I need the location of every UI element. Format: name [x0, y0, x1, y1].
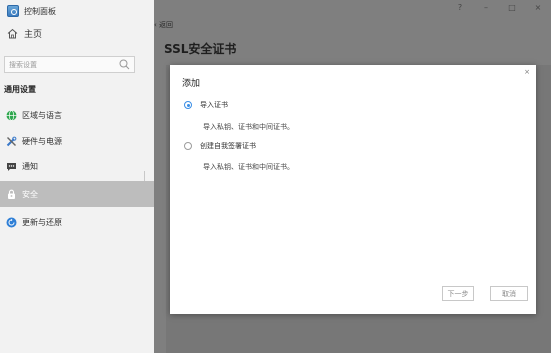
- control-panel-icon: [7, 5, 19, 17]
- back-label: 返回: [159, 21, 174, 29]
- close-icon: ×: [524, 68, 530, 76]
- minimize-button[interactable]: –: [473, 3, 499, 12]
- home-icon: [7, 28, 18, 39]
- chat-bubble-icon: [7, 162, 16, 171]
- app-title: 控制面板: [7, 4, 56, 18]
- sidebar-item-label: 硬件与电源: [22, 136, 62, 146]
- lock-icon: [8, 189, 15, 199]
- section-title: 通用设置: [4, 85, 36, 94]
- option-import-certificate[interactable]: 导入证书: [184, 100, 228, 110]
- sidebar-item-label: 通知: [22, 161, 38, 171]
- next-step-button[interactable]: 下一步: [442, 286, 474, 301]
- radio-create-self-signed[interactable]: [184, 142, 192, 150]
- sidebar: 控制面板 主页 通用设置 区域与语言 硬件与电源: [0, 0, 154, 353]
- option-description: 导入私钥、证书和中间证书。: [203, 163, 294, 171]
- option-description: 导入私钥、证书和中间证书。: [203, 123, 294, 131]
- back-button[interactable]: ‹ 返回: [154, 20, 173, 30]
- sidebar-item-label: 主页: [24, 30, 43, 40]
- sidebar-item-hardware-power[interactable]: 硬件与电源: [0, 130, 154, 152]
- help-button[interactable]: ?: [447, 3, 473, 12]
- cancel-button[interactable]: 取消: [490, 286, 528, 301]
- app-title-label: 控制面板: [24, 6, 56, 16]
- close-window-button[interactable]: ×: [525, 3, 551, 12]
- sidebar-item-update-restore[interactable]: 更新与还原: [0, 211, 154, 233]
- page-title: SSL安全证书: [164, 42, 237, 56]
- dialog-close-button[interactable]: ×: [524, 68, 530, 76]
- option-label: 创建自我签署证书: [200, 142, 256, 150]
- option-create-self-signed[interactable]: 创建自我签署证书: [184, 141, 256, 151]
- search-input[interactable]: [9, 60, 119, 69]
- search-icon[interactable]: [119, 59, 130, 70]
- sidebar-item-security[interactable]: 安全: [0, 181, 154, 207]
- option-label: 导入证书: [200, 101, 228, 109]
- sidebar-item-region-language[interactable]: 区域与语言: [0, 104, 154, 126]
- sidebar-item-label: 安全: [22, 189, 38, 199]
- refresh-icon: [6, 217, 17, 227]
- search-box: [4, 56, 135, 73]
- tools-icon: [6, 136, 17, 146]
- globe-icon: [6, 109, 17, 121]
- window-controls: ? – □ ×: [447, 0, 551, 14]
- dialog-title: 添加: [182, 79, 201, 89]
- sidebar-item-label: 更新与还原: [22, 217, 62, 227]
- radio-import-certificate[interactable]: [184, 101, 192, 109]
- chevron-left-icon: ‹: [154, 21, 157, 29]
- maximize-button[interactable]: □: [499, 3, 525, 12]
- sidebar-item-label: 区域与语言: [22, 110, 62, 120]
- add-certificate-dialog: 添加 × 导入证书 导入私钥、证书和中间证书。 创建自我签署证书 导入私钥、证书…: [170, 65, 536, 314]
- sidebar-item-home[interactable]: 主页: [7, 27, 42, 40]
- sidebar-item-notifications[interactable]: 通知: [0, 155, 154, 177]
- sidebar-resize-handle[interactable]: [144, 171, 145, 181]
